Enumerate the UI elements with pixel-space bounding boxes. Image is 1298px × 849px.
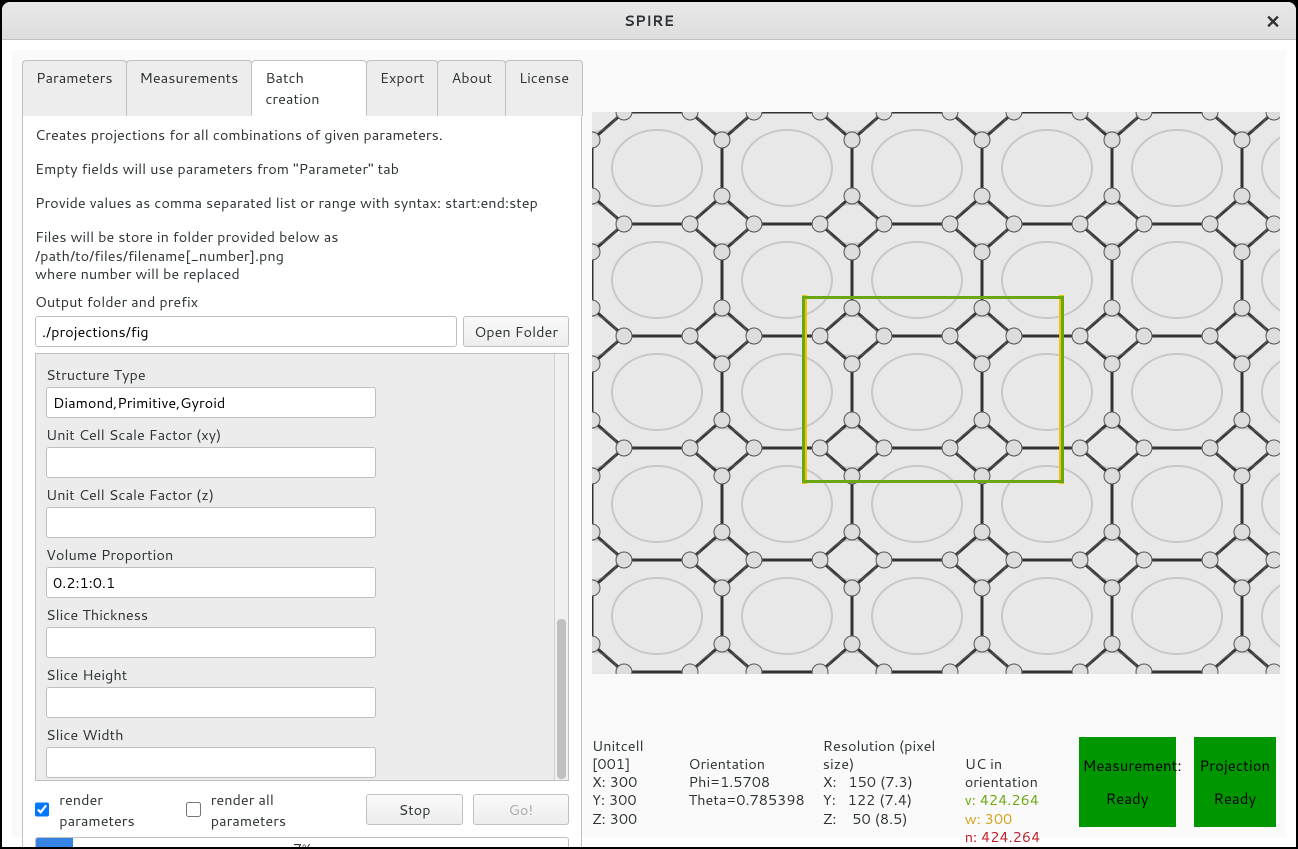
open-folder-button[interactable]: Open Folder — [463, 316, 569, 347]
progress-fill — [36, 838, 73, 847]
render-all-label: render all parameters — [211, 789, 347, 831]
titlebar: SPIRE ✕ — [2, 2, 1296, 40]
scrollbar-thumb[interactable] — [557, 619, 566, 779]
uc-scale-z-input[interactable] — [46, 507, 376, 538]
close-icon[interactable]: ✕ — [1260, 8, 1286, 34]
volume-prop-label: Volume Proportion — [46, 544, 544, 565]
tab-about[interactable]: About — [437, 60, 506, 116]
status-bar: Unitcell [001] X: 300 Y: 300 Z: 300 Orie… — [592, 737, 1276, 846]
uc-scale-xy-input[interactable] — [46, 447, 376, 478]
tab-measurements[interactable]: Measurements — [126, 60, 253, 116]
scrollbar[interactable] — [554, 354, 568, 780]
desc-line2: Empty fields will use parameters from "P… — [35, 160, 569, 178]
slice-thickness-label: Slice Thickness — [46, 604, 544, 625]
uc-scale-z-label: Unit Cell Scale Factor (z) — [46, 484, 544, 505]
progress-bar: 7% — [35, 837, 569, 847]
render-params-checkbox[interactable] — [35, 802, 49, 817]
tab-batch-creation[interactable]: Batch creation — [251, 60, 367, 116]
uc-scale-xy-label: Unit Cell Scale Factor (xy) — [46, 424, 544, 445]
output-folder-label: Output folder and prefix — [35, 291, 569, 312]
overlay-green-box — [802, 296, 1064, 483]
structure-type-input[interactable] — [46, 387, 376, 418]
app-title: SPIRE — [624, 10, 674, 31]
render-params-label: render parameters — [59, 789, 176, 831]
fields-scroll-area: Structure Type Unit Cell Scale Factor (x… — [35, 353, 569, 781]
status-orientation: Orientation Phi=1.5708 Theta=0.785398 — [689, 737, 805, 810]
progress-text: 7% — [293, 839, 311, 847]
desc-line3: Provide values as comma separated list o… — [35, 194, 569, 212]
slice-width-label: Slice Width — [46, 724, 544, 745]
tab-bar: Parameters Measurements Batch creation E… — [22, 60, 582, 116]
slice-height-label: Slice Height — [46, 664, 544, 685]
tab-license[interactable]: License — [505, 60, 583, 116]
measurement-status: Measurement: Ready — [1079, 737, 1176, 827]
desc-line1: Creates projections for all combinations… — [35, 126, 569, 144]
output-folder-input[interactable] — [35, 316, 457, 347]
batch-description: Creates projections for all combinations… — [35, 126, 569, 283]
volume-prop-input[interactable] — [46, 567, 376, 598]
batch-panel: Creates projections for all combinations… — [22, 115, 582, 847]
preview-viewport — [592, 112, 1280, 674]
desc-line4: Files will be store in folder provided b… — [35, 228, 569, 282]
slice-thickness-input[interactable] — [46, 627, 376, 658]
tab-export[interactable]: Export — [366, 60, 439, 116]
render-all-checkbox[interactable] — [186, 802, 200, 817]
status-uc-orientation: UC in orientation v: 424.264 w: 300 n: 4… — [965, 737, 1061, 846]
go-button[interactable]: Go! — [473, 794, 569, 825]
structure-type-label: Structure Type — [46, 364, 544, 385]
status-resolution: Resolution (pixel size) X: 150 (7.3) Y: … — [823, 737, 947, 828]
tab-parameters[interactable]: Parameters — [22, 60, 127, 116]
slice-width-input[interactable] — [46, 747, 376, 778]
stop-button[interactable]: Stop — [366, 794, 462, 825]
status-unitcell: Unitcell [001] X: 300 Y: 300 Z: 300 — [592, 737, 671, 828]
projection-status: Projection Ready — [1194, 737, 1276, 827]
slice-height-input[interactable] — [46, 687, 376, 718]
